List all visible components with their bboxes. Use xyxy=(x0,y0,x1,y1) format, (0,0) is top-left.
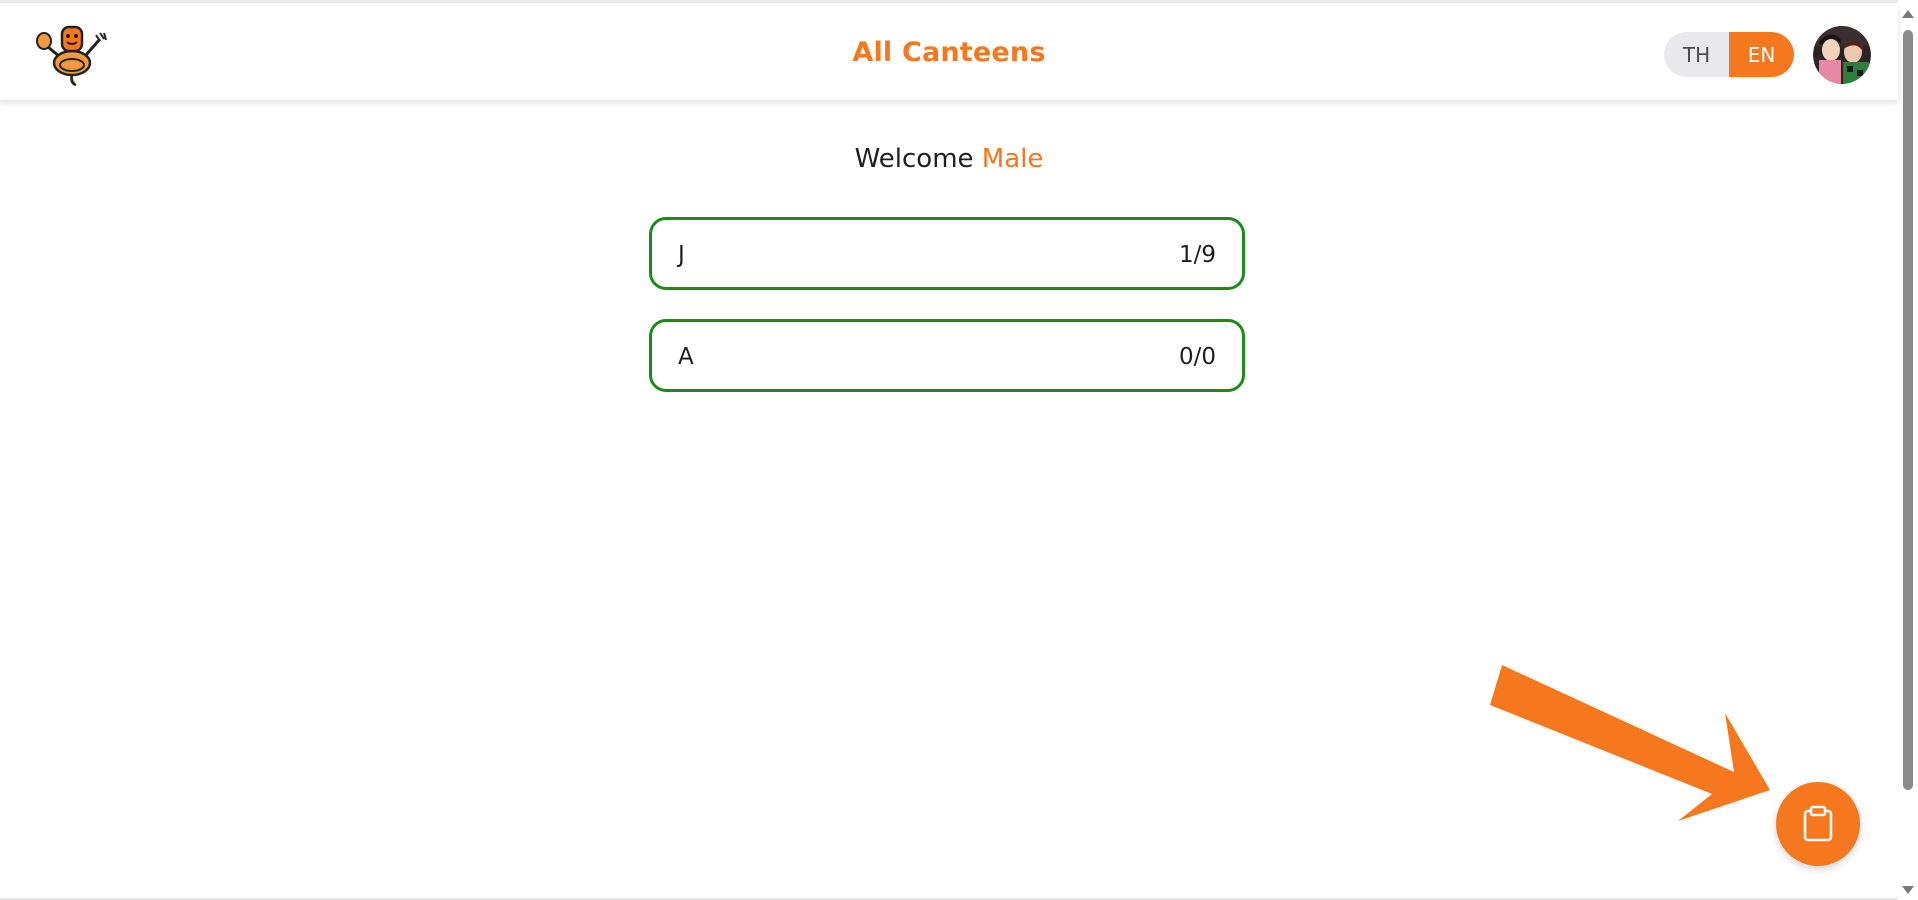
canteen-count: 1/9 xyxy=(1178,242,1216,268)
clipboard-icon xyxy=(1803,805,1833,842)
welcome-prefix: Welcome xyxy=(854,144,974,174)
canteen-card-j[interactable]: J 1/9 xyxy=(649,217,1245,290)
app-header: All Canteens TH EN xyxy=(0,3,1898,100)
orders-fab-button[interactable] xyxy=(1776,782,1860,866)
scroll-thumb[interactable] xyxy=(1903,30,1913,790)
vertical-scrollbar[interactable] xyxy=(1898,0,1918,900)
canteen-name: J xyxy=(678,242,685,268)
lang-option-th[interactable]: TH xyxy=(1664,32,1729,77)
scroll-up-arrow-icon[interactable] xyxy=(1902,10,1914,18)
user-name: Male xyxy=(981,144,1044,174)
lang-option-en[interactable]: EN xyxy=(1729,32,1794,77)
page: All Canteens TH EN Welcome Male J 1/9 A … xyxy=(0,0,1918,900)
scroll-down-arrow-icon[interactable] xyxy=(1902,886,1914,894)
canteen-count: 0/0 xyxy=(1178,344,1216,370)
welcome-message: Welcome Male xyxy=(0,144,1898,174)
page-title: All Canteens xyxy=(852,37,1046,68)
canteen-card-a[interactable]: A 0/0 xyxy=(649,319,1245,392)
user-avatar-icon[interactable] xyxy=(1813,26,1871,84)
language-toggle[interactable]: TH EN xyxy=(1664,32,1794,77)
canteen-name: A xyxy=(678,344,694,370)
arrow-pointer-icon xyxy=(1490,665,1770,821)
